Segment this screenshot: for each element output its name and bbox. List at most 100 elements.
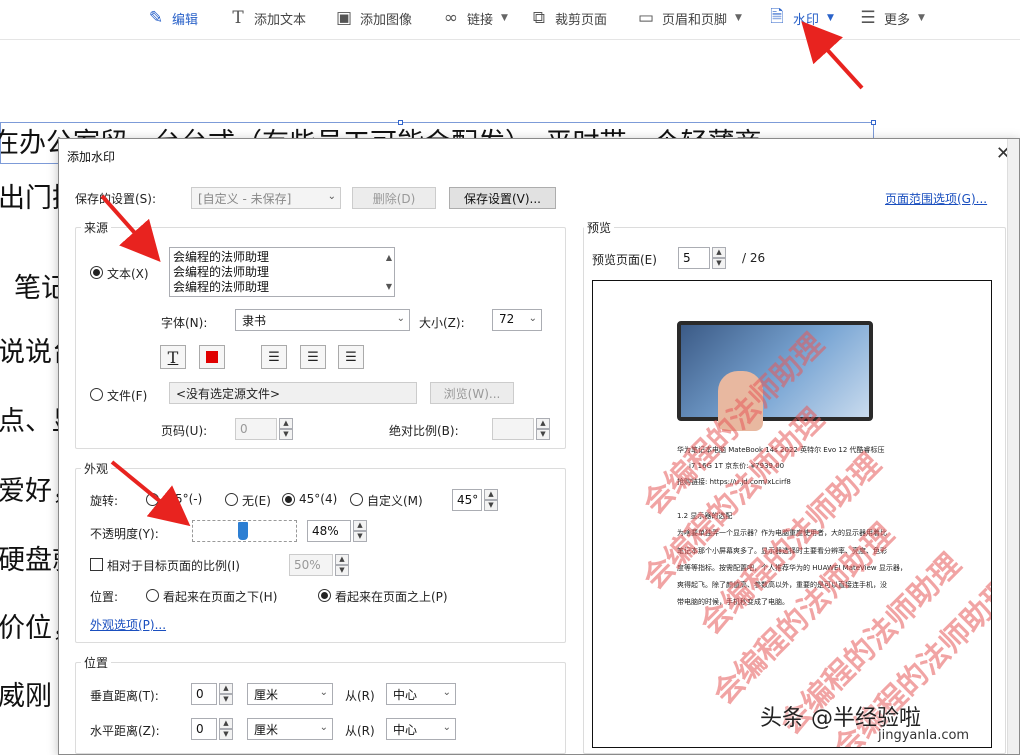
on-top-page-radio[interactable]: [318, 589, 331, 602]
opacity-slider[interactable]: [192, 520, 297, 542]
align-left-button[interactable]: ☰: [261, 345, 287, 369]
text-t-icon: T: [167, 347, 179, 367]
size-label: 大小(Z):: [419, 316, 465, 330]
rotation-neg45-radio[interactable]: [146, 493, 159, 506]
text-style-button[interactable]: T: [160, 345, 186, 369]
chevron-down-icon: ▼: [918, 13, 925, 23]
vertical-from-select[interactable]: 中心 ⌄: [386, 683, 456, 705]
rotation-custom-input[interactable]: 45°: [452, 489, 482, 511]
absolute-scale-label: 绝对比例(B):: [389, 424, 459, 438]
spin-up-icon[interactable]: ▲: [335, 554, 349, 565]
file-radio[interactable]: [90, 388, 103, 401]
rotation-none-radio[interactable]: [225, 493, 238, 506]
relative-scale-label: 相对于目标页面的比例(I): [107, 559, 240, 573]
page-range-options-link[interactable]: 页面范围选项(G)...: [885, 190, 987, 207]
text-radio-label: 文本(X): [107, 267, 149, 281]
horizontal-distance-label: 水平距离(Z):: [90, 724, 160, 738]
vertical-distance-input[interactable]: 0: [191, 683, 217, 705]
spin-down-icon[interactable]: ▼: [536, 429, 550, 440]
chevron-down-icon: ▼: [735, 13, 742, 23]
doc-line: 威刚: [0, 681, 52, 712]
text-color-button[interactable]: [199, 345, 225, 369]
watermark-label: 水印: [793, 12, 820, 28]
spin-up-icon[interactable]: ▲: [219, 718, 233, 729]
spin-down-icon[interactable]: ▼: [484, 500, 498, 511]
source-file-value: <没有选定源文件>: [176, 387, 281, 401]
page-number-label: 页码(U):: [161, 424, 208, 438]
spin-up-icon[interactable]: ▲: [712, 247, 726, 258]
watermark-button[interactable]: 🗎 水印 ▼: [767, 6, 834, 30]
add-text-label: 添加文本: [254, 12, 307, 28]
chevron-down-icon: ⌄: [319, 722, 328, 733]
spin-down-icon[interactable]: ▼: [219, 729, 233, 740]
spin-up-icon[interactable]: ▲: [219, 683, 233, 694]
opacity-input[interactable]: 48%: [307, 520, 351, 542]
align-right-button[interactable]: ☰: [338, 345, 364, 369]
text-radio[interactable]: [90, 266, 103, 279]
scroll-up-icon[interactable]: ▲: [386, 250, 392, 265]
spin-down-icon[interactable]: ▼: [712, 258, 726, 269]
saved-settings-select[interactable]: [自定义 - 未保存] ⌄: [191, 187, 341, 209]
vertical-distance-label: 垂直距离(T):: [90, 689, 159, 703]
more-button[interactable]: ☰ 更多 ▼: [858, 6, 925, 30]
text-line: 会编程的法师助理: [173, 250, 270, 264]
crop-page-button[interactable]: ⧉ 裁剪页面: [529, 6, 607, 30]
scroll-down-icon[interactable]: ▼: [386, 279, 392, 294]
align-right-icon: ☰: [345, 349, 357, 365]
text-line: 会编程的法师助理: [173, 280, 270, 294]
spin-down-icon[interactable]: ▼: [335, 565, 349, 576]
preview-page-input[interactable]: 5: [678, 247, 710, 269]
font-value: 隶书: [242, 314, 267, 328]
spin-up-icon[interactable]: ▲: [484, 489, 498, 500]
slider-thumb[interactable]: [238, 522, 248, 540]
relative-scale-checkbox[interactable]: [90, 558, 103, 571]
spin-down-icon[interactable]: ▼: [219, 694, 233, 705]
rotation-45-radio[interactable]: [282, 493, 295, 506]
watermark-text-input[interactable]: 会编程的法师助理 会编程的法师助理 会编程的法师助理 ▲ ▼: [169, 247, 395, 297]
link-button[interactable]: ∞ 链接 ▼: [441, 6, 508, 30]
absolute-scale-input[interactable]: [492, 418, 534, 440]
size-select[interactable]: 72 ⌄: [492, 309, 542, 331]
font-select[interactable]: 隶书 ⌄: [235, 309, 410, 331]
edit-icon: ✎: [148, 8, 164, 28]
more-label: 更多: [884, 12, 911, 28]
behind-page-radio[interactable]: [146, 589, 159, 602]
edit-button[interactable]: ✎ 编辑: [146, 6, 198, 30]
position-group: [75, 662, 566, 754]
chevron-down-icon: ⌄: [442, 687, 451, 698]
spin-down-icon[interactable]: ▼: [353, 531, 367, 542]
add-image-button[interactable]: ▣ 添加图像: [334, 6, 412, 30]
browse-button[interactable]: 浏览(W)...: [430, 382, 514, 404]
horizontal-from-label: 从(R): [345, 724, 375, 738]
on-top-page-label: 看起来在页面之上(P): [335, 590, 448, 604]
rotation-label: 旋转:: [90, 494, 119, 508]
relative-scale-input[interactable]: 50%: [289, 554, 333, 576]
header-footer-button[interactable]: ▭ 页眉和页脚 ▼: [636, 6, 742, 30]
header-footer-label: 页眉和页脚: [662, 12, 728, 28]
vertical-unit-value: 厘米: [254, 688, 279, 702]
selection-handle[interactable]: [871, 120, 876, 125]
crop-icon: ⧉: [532, 8, 546, 28]
align-center-button[interactable]: ☰: [300, 345, 326, 369]
rotation-custom-radio[interactable]: [350, 493, 363, 506]
page-number-input[interactable]: 0: [235, 418, 277, 440]
spin-up-icon[interactable]: ▲: [536, 418, 550, 429]
horizontal-distance-input[interactable]: 0: [191, 718, 217, 740]
spin-up-icon[interactable]: ▲: [353, 520, 367, 531]
appearance-options-link[interactable]: 外观选项(P)...: [90, 616, 166, 633]
source-group-title: 来源: [81, 219, 112, 236]
spin-up-icon[interactable]: ▲: [279, 418, 293, 429]
spin-down-icon[interactable]: ▼: [279, 429, 293, 440]
horizontal-unit-select[interactable]: 厘米 ⌄: [247, 718, 333, 740]
horizontal-from-select[interactable]: 中心 ⌄: [386, 718, 456, 740]
dialog-scrollbar[interactable]: [1007, 139, 1019, 754]
horizontal-from-value: 中心: [393, 723, 418, 737]
delete-button[interactable]: 删除(D): [352, 187, 436, 209]
vertical-unit-select[interactable]: 厘米 ⌄: [247, 683, 333, 705]
add-text-button[interactable]: T 添加文本: [228, 6, 306, 30]
saved-settings-value: [自定义 - 未保存]: [198, 192, 292, 206]
chevron-down-icon: ⌄: [396, 313, 405, 324]
more-icon: ☰: [860, 8, 876, 28]
chevron-down-icon: ⌄: [327, 191, 336, 202]
save-settings-button[interactable]: 保存设置(V)...: [449, 187, 556, 209]
